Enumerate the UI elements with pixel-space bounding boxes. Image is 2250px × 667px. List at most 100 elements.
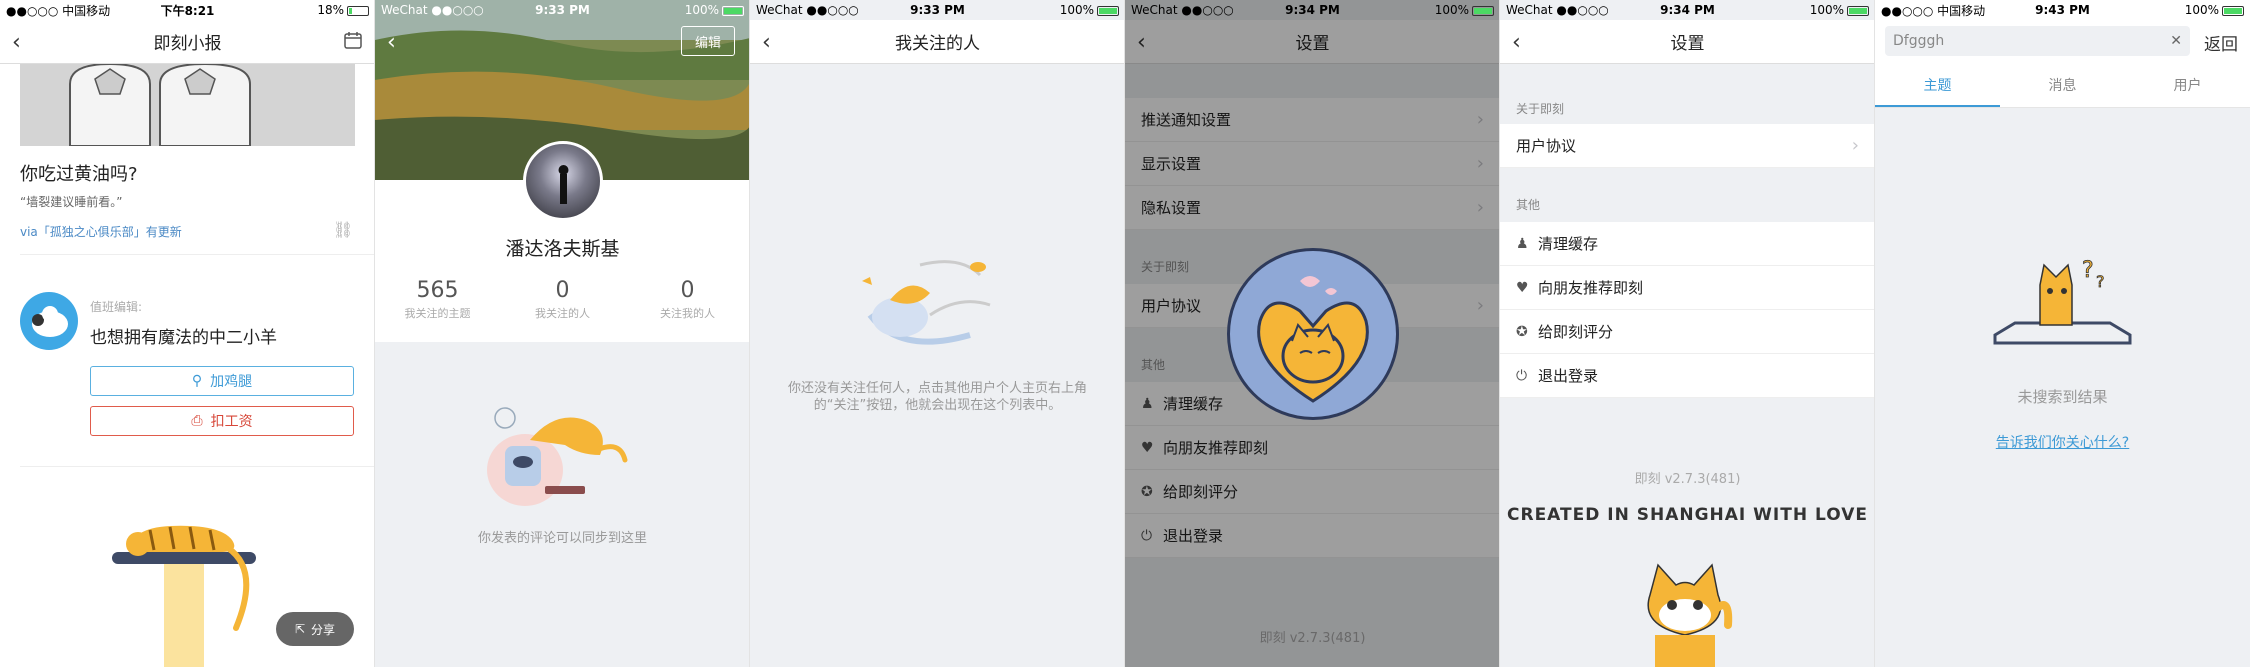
editor-avatar[interactable] [20, 292, 78, 350]
cell-logout[interactable]: ⏻ 退出登录 [1500, 354, 1874, 398]
carrier: WeChat ●●○○○ [381, 3, 484, 17]
panel-settings-dimmed: WeChat ●●○○○ 9:34 PM 100% ‹ 设置 推送通知设置 › 显… [1125, 0, 1500, 667]
cell-rate[interactable]: ✪ 给即刻评分 [1500, 310, 1874, 354]
calendar-icon[interactable] [343, 30, 363, 55]
back-icon[interactable]: ‹ [387, 30, 396, 55]
share-button[interactable]: ⇱ 分享 [276, 612, 354, 646]
battery-indicator: 100% [1373, 3, 1494, 17]
status-bar: WeChat ●●○○○ 9:34 PM 100% [1500, 0, 1874, 20]
cat-waving-illustration [1630, 555, 1740, 667]
cell-recommend[interactable]: ♥ 向朋友推荐即刻 [1500, 266, 1874, 310]
clock: 9:34 PM [1285, 3, 1340, 17]
clock: 9:33 PM [910, 3, 965, 17]
divider [20, 254, 374, 255]
add-drumstick-button[interactable]: ⚲ 加鸡腿 [90, 366, 354, 396]
status-bar: WeChat ●●○○○ 9:33 PM 100% [750, 0, 1124, 20]
battery-indicator: 100% [998, 3, 1119, 17]
nav-bar: ‹ 设置 [1500, 20, 1874, 64]
battery-icon [1847, 5, 1869, 16]
nav-bar: ‹ 即刻小报 [0, 20, 374, 64]
panel-following: WeChat ●●○○○ 9:33 PM 100% ‹ 我关注的人 你还没有关注… [750, 0, 1125, 667]
article-title[interactable]: 你吃过黄油吗? [20, 160, 138, 186]
editor-name: 也想拥有魔法的中二小羊 [90, 328, 277, 348]
panel-settings: WeChat ●●○○○ 9:34 PM 100% ‹ 设置 关于即刻 用户协议… [1500, 0, 1875, 667]
carrier: ●●○○○ 中国移动 [1881, 3, 1986, 18]
panel-search: ●●○○○ 中国移动 9:43 PM 100% Dfgggh ✕ 返回 主题 消… [1875, 0, 2250, 667]
deduct-salary-button[interactable]: ⎙ 扣工资 [90, 406, 354, 436]
page-title: 即刻小报 [153, 34, 222, 54]
clock: 9:34 PM [1660, 3, 1715, 17]
back-icon[interactable]: ‹ [1512, 30, 1521, 55]
editor-label: 值班编辑: [90, 300, 143, 314]
tell-us-link[interactable]: 告诉我们你关心什么? [1875, 432, 2250, 452]
profile-avatar[interactable] [523, 141, 603, 221]
back-icon[interactable]: ‹ [12, 30, 21, 55]
share-icon: ⇱ [294, 622, 306, 636]
svg-text:?: ? [2096, 272, 2105, 291]
version-label: 即刻 v2.7.3(481) [1634, 472, 1741, 487]
battery-indicator: 100% [1748, 3, 1869, 17]
tagline: CREATED IN SHANGHAI WITH LOVE [1507, 505, 1868, 525]
battery-icon [1097, 5, 1119, 16]
cat-drinking-illustration [485, 400, 645, 510]
confused-cat-illustration: ? ? [1990, 255, 2135, 365]
clock: 9:33 PM [535, 3, 590, 17]
article-source-link[interactable]: via「孤独之心俱乐部」有更新 [20, 223, 182, 240]
stat-followers[interactable]: 0 关注我的人 [625, 278, 749, 321]
link-icon[interactable]: ⛓ [333, 220, 353, 239]
page-title: 设置 [1670, 34, 1705, 54]
battery-indicator: 100% [2123, 3, 2244, 17]
cell-clear-cache[interactable]: ♟ 清理缓存 [1500, 222, 1874, 266]
search-tabs: 主题 消息 用户 [1875, 66, 2250, 108]
empty-hint-line2: 的“关注”按钮，他就会出现在这个列表中。 [813, 398, 1062, 413]
battery-icon [1472, 5, 1494, 16]
stat-followed-topics[interactable]: 565 我关注的主题 [375, 278, 500, 321]
carrier: ●●○○○ 中国移动 [6, 3, 111, 18]
return-button[interactable]: 返回 [2204, 30, 2238, 55]
article-illustration[interactable] [20, 64, 355, 146]
clock: 9:43 PM [2035, 3, 2090, 17]
battery-icon [722, 5, 744, 16]
search-input[interactable]: Dfgggh ✕ [1885, 26, 2190, 56]
love-cat-badge[interactable] [1227, 248, 1399, 420]
clear-icon[interactable]: ✕ [2170, 33, 2182, 49]
profile-stats: 565 我关注的主题 0 我关注的人 0 关注我的人 [375, 278, 749, 321]
panel-daily-report: ●●○○○ 中国移动 下午8:21 18% ‹ 即刻小报 你吃过黄油吗? “墙裂… [0, 0, 375, 667]
page-title: 我关注的人 [895, 34, 980, 54]
status-bar: WeChat ●●○○○ 9:33 PM 100% [375, 0, 749, 20]
drumstick-icon: ⚲ [191, 373, 203, 389]
carrier: WeChat ●●○○○ [756, 3, 859, 17]
carrier: WeChat ●●○○○ [1131, 3, 1234, 17]
svg-text:?: ? [2082, 258, 2094, 283]
panel-profile: WeChat ●●○○○ 9:33 PM 100% ‹ 编辑 潘达洛夫斯基 56… [375, 0, 750, 667]
carrier: WeChat ●●○○○ [1506, 3, 1609, 17]
divider [20, 466, 374, 467]
star-icon: ✪ [1516, 323, 1528, 340]
article-subtitle: “墙裂建议睡前看。” [20, 195, 123, 209]
power-icon: ⏻ [1516, 367, 1528, 384]
section-other: 其他 [1516, 198, 1541, 212]
tab-messages[interactable]: 消息 [2000, 66, 2125, 107]
battery-icon [2222, 5, 2244, 16]
heart-icon: ♥ [1516, 279, 1529, 296]
section-about: 关于即刻 [1516, 102, 1565, 116]
cell-user-agreement[interactable]: 用户协议 › [1500, 124, 1874, 168]
status-bar: ●●○○○ 中国移动 下午8:21 18% [0, 0, 374, 20]
nav-bar: ‹ 我关注的人 [750, 20, 1124, 64]
tab-topics[interactable]: 主题 [1875, 66, 2000, 107]
battery-indicator: 100% [623, 3, 744, 17]
battery-icon [347, 5, 369, 16]
chevron-right-icon: › [1851, 135, 1859, 156]
empty-hint-line1: 你还没有关注任何人，点击其他用户个人主页右上角 [787, 381, 1087, 396]
empty-hint: 你发表的评论可以同步到这里 [477, 531, 647, 546]
tab-users[interactable]: 用户 [2125, 66, 2250, 107]
stat-following[interactable]: 0 我关注的人 [500, 278, 625, 321]
cat-on-shelf-illustration [100, 500, 280, 667]
clock: 下午8:21 [160, 3, 215, 18]
profile-name: 潘达洛夫斯基 [505, 238, 620, 260]
empty-following-illustration [860, 255, 1010, 355]
edit-profile-button[interactable]: 编辑 [681, 26, 735, 56]
money-icon: ⎙ [191, 413, 203, 429]
back-icon[interactable]: ‹ [762, 30, 771, 55]
bell-icon: ♟ [1516, 235, 1529, 252]
